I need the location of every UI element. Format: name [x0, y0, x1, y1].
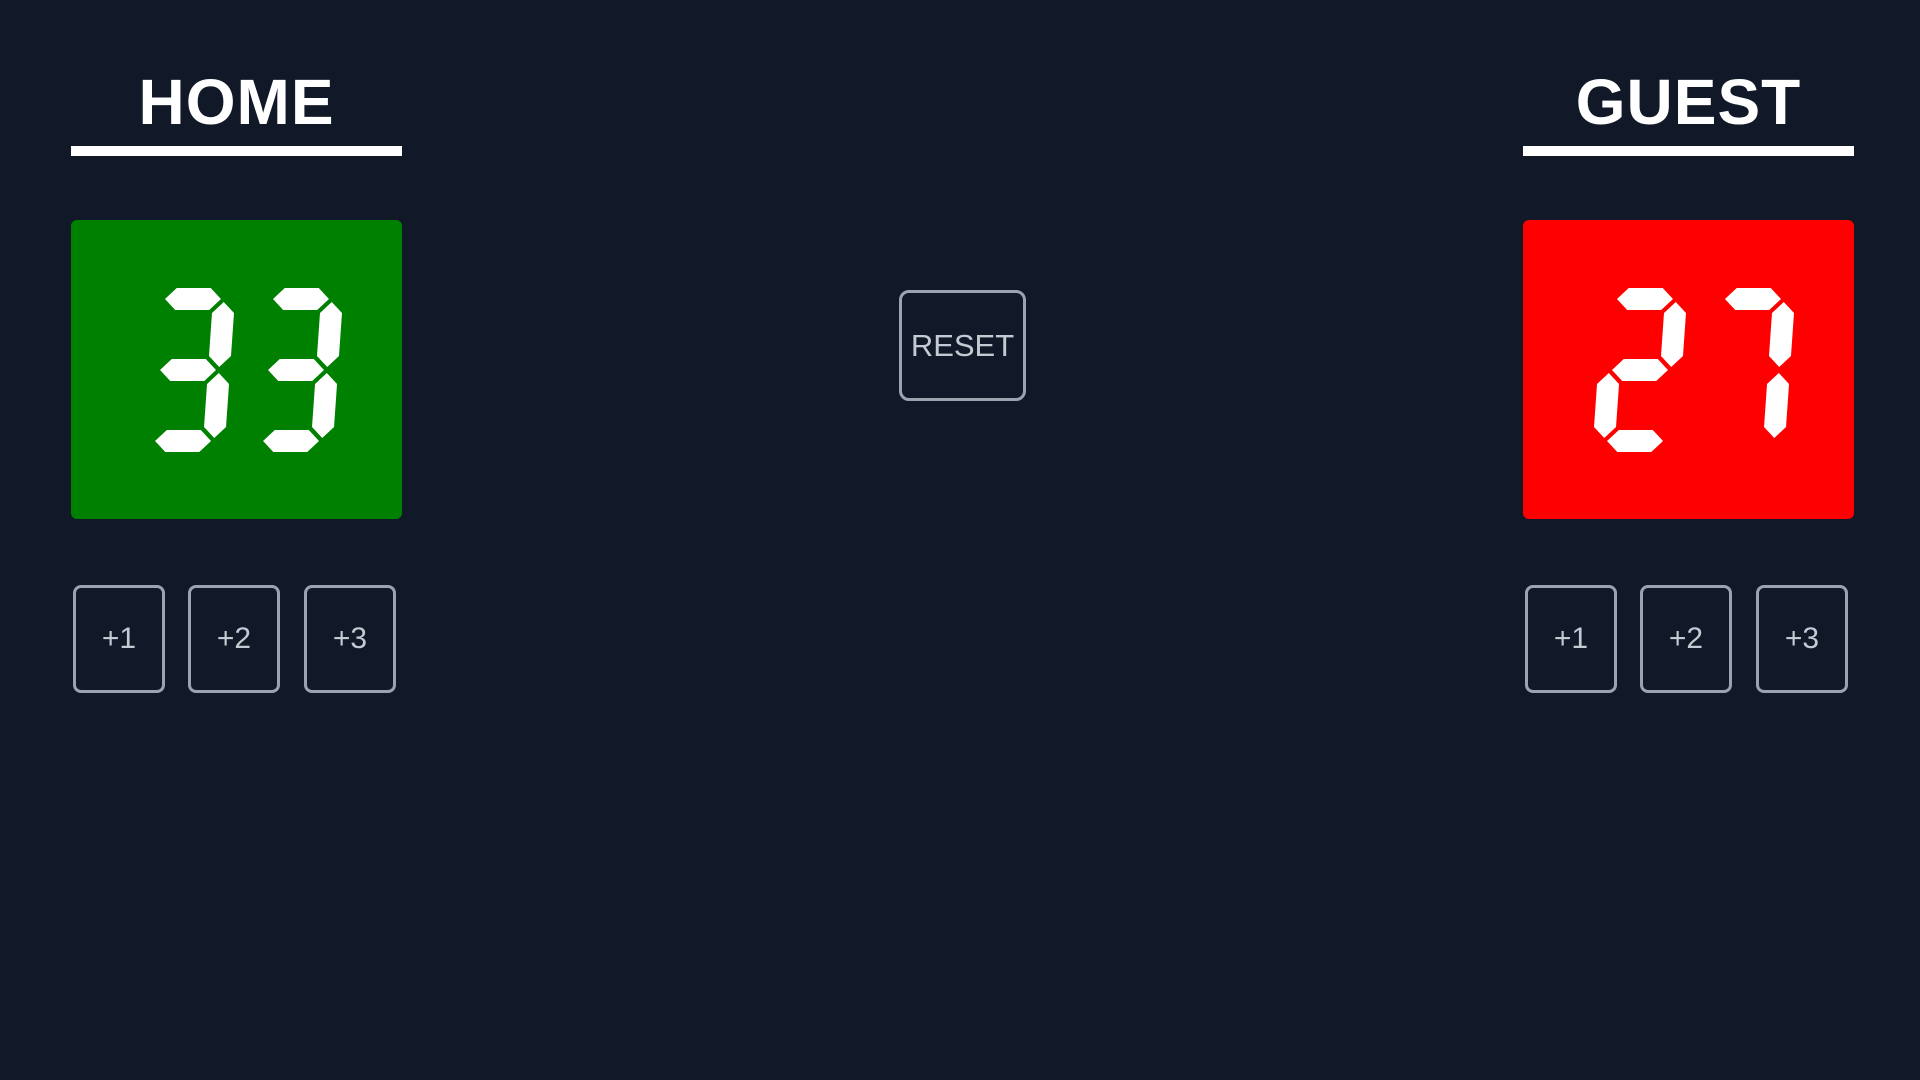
reset-button[interactable]: RESET: [899, 290, 1026, 401]
home-digit-1-segment-b: [316, 301, 342, 367]
guest-digit-0-segment-e: [1593, 372, 1619, 438]
guest-score-display: [1523, 220, 1854, 519]
home-digit-0-segment-c: [203, 372, 229, 438]
home-title-underline: [71, 146, 402, 156]
home-digit-0-segment-a: [164, 287, 221, 310]
guest-digit-1-segment-c: [1763, 372, 1789, 438]
home-team-title: HOME: [138, 66, 335, 138]
guest-team-title: GUEST: [1575, 66, 1802, 138]
home-add-2-button[interactable]: +2: [188, 585, 280, 693]
home-add-1-button[interactable]: +1: [73, 585, 165, 693]
home-digit-0-segment-g: [159, 358, 216, 381]
home-add-3-button[interactable]: +3: [304, 585, 396, 693]
guest-digit-1-segment-a: [1724, 287, 1781, 310]
scoreboard: HOME +1 +2 +3 RESET GUEST +1 +2 +3: [0, 0, 1920, 1080]
home-digit-1-segment-g: [267, 358, 324, 381]
home-score-display: [71, 220, 402, 519]
guest-add-1-button[interactable]: +1: [1525, 585, 1617, 693]
home-digit-0-segment-d: [154, 429, 211, 452]
guest-digit-0-segment-d: [1606, 429, 1663, 452]
guest-digit-0-segment-b: [1660, 301, 1686, 367]
home-digit-1-segment-a: [272, 287, 329, 310]
home-score-buttons: +1 +2 +3: [71, 585, 402, 696]
guest-digit-0-segment-g: [1611, 358, 1668, 381]
guest-score-buttons: +1 +2 +3: [1523, 585, 1854, 696]
home-score-digits: [154, 287, 342, 452]
guest-digit-1-segment-b: [1768, 301, 1794, 367]
home-digit-1-segment-c: [311, 372, 337, 438]
guest-title-underline: [1523, 146, 1854, 156]
guest-add-2-button[interactable]: +2: [1640, 585, 1732, 693]
guest-score-digits: [1593, 287, 1794, 452]
home-digit-1-segment-d: [262, 429, 319, 452]
home-digit-0-segment-b: [208, 301, 234, 367]
guest-add-3-button[interactable]: +3: [1756, 585, 1848, 693]
guest-digit-0-segment-a: [1616, 287, 1673, 310]
